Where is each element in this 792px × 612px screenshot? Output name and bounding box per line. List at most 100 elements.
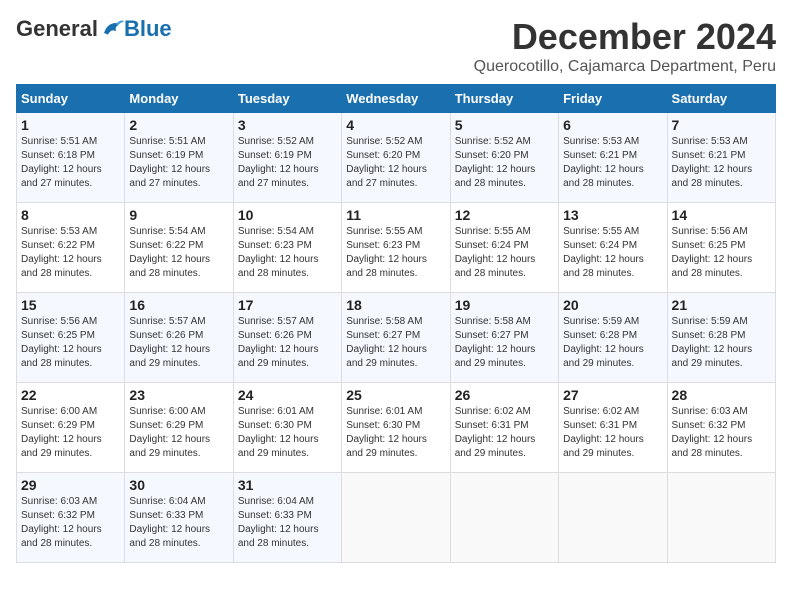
day-info: Sunrise: 6:03 AMSunset: 6:32 PMDaylight:… [21,495,120,551]
calendar-cell: 25 Sunrise: 6:01 AMSunset: 6:30 PMDayligh… [342,383,450,473]
calendar-cell [559,473,667,563]
day-number: 24 [238,387,337,403]
day-number: 14 [672,207,771,223]
calendar-week-4: 22 Sunrise: 6:00 AMSunset: 6:29 PMDayligh… [17,383,776,473]
month-title: December 2024 [474,16,776,58]
calendar-week-2: 8Sunrise: 5:53 AMSunset: 6:22 PMDaylight… [17,203,776,293]
day-number: 28 [672,387,771,403]
calendar-cell: 20Sunrise: 5:59 AMSunset: 6:28 PMDayligh… [559,293,667,383]
day-number: 10 [238,207,337,223]
day-number: 25 [346,387,445,403]
day-number: 20 [563,297,662,313]
day-info: Sunrise: 5:55 AMSunset: 6:24 PMDaylight:… [455,225,554,281]
calendar-cell [342,473,450,563]
header-thursday: Thursday [450,85,558,113]
header-saturday: Saturday [667,85,775,113]
day-number: 3 [238,117,337,133]
calendar-cell: 2Sunrise: 5:51 AMSunset: 6:19 PMDaylight… [125,113,233,203]
day-number: 22 [21,387,120,403]
calendar-table: SundayMondayTuesdayWednesdayThursdayFrid… [16,84,776,563]
day-number: 23 [129,387,228,403]
calendar-week-1: 1 Sunrise: 5:51 AMSunset: 6:18 PMDaylight… [17,113,776,203]
day-number: 30 [129,477,228,493]
calendar-cell [450,473,558,563]
day-number: 6 [563,117,662,133]
calendar-cell: 6Sunrise: 5:53 AMSunset: 6:21 PMDaylight… [559,113,667,203]
logo-general-text: General [16,16,98,42]
day-info: Sunrise: 6:00 AMSunset: 6:29 PMDaylight:… [129,405,228,461]
day-number: 1 [21,117,120,133]
calendar-cell: 28 Sunrise: 6:03 AMSunset: 6:32 PMDayligh… [667,383,775,473]
calendar-cell: 19Sunrise: 5:58 AMSunset: 6:27 PMDayligh… [450,293,558,383]
day-info: Sunrise: 6:04 AMSunset: 6:33 PMDaylight:… [238,495,337,551]
day-info: Sunrise: 5:59 AMSunset: 6:28 PMDaylight:… [672,315,771,371]
calendar-cell: 26 Sunrise: 6:02 AMSunset: 6:31 PMDayligh… [450,383,558,473]
day-info: Sunrise: 6:01 AMSunset: 6:30 PMDaylight:… [346,405,445,461]
calendar-cell: 29 Sunrise: 6:03 AMSunset: 6:32 PMDayligh… [17,473,125,563]
day-number: 31 [238,477,337,493]
calendar-cell: 14 Sunrise: 5:56 AMSunset: 6:25 PMDayligh… [667,203,775,293]
day-info: Sunrise: 5:58 AMSunset: 6:27 PMDaylight:… [346,315,445,371]
day-number: 26 [455,387,554,403]
calendar-cell: 27 Sunrise: 6:02 AMSunset: 6:31 PMDayligh… [559,383,667,473]
day-info: Sunrise: 5:56 AMSunset: 6:25 PMDaylight:… [21,315,120,371]
calendar-cell: 15Sunrise: 5:56 AMSunset: 6:25 PMDayligh… [17,293,125,383]
day-number: 7 [672,117,771,133]
logo: General Blue [16,16,172,42]
day-info: Sunrise: 5:56 AMSunset: 6:25 PMDaylight:… [672,225,771,281]
calendar-cell: 1 Sunrise: 5:51 AMSunset: 6:18 PMDaylight… [17,113,125,203]
day-info: Sunrise: 5:58 AMSunset: 6:27 PMDaylight:… [455,315,554,371]
day-info: Sunrise: 5:52 AMSunset: 6:19 PMDaylight:… [238,135,337,191]
calendar-cell: 13 Sunrise: 5:55 AMSunset: 6:24 PMDayligh… [559,203,667,293]
calendar-cell [667,473,775,563]
title-area: December 2024 Querocotillo, Cajamarca De… [474,16,776,76]
header: General Blue December 2024 Querocotillo,… [16,16,776,76]
day-number: 8 [21,207,120,223]
calendar-cell: 30Sunrise: 6:04 AMSunset: 6:33 PMDayligh… [125,473,233,563]
day-info: Sunrise: 6:01 AMSunset: 6:30 PMDaylight:… [238,405,337,461]
calendar-cell: 8Sunrise: 5:53 AMSunset: 6:22 PMDaylight… [17,203,125,293]
calendar-cell: 5Sunrise: 5:52 AMSunset: 6:20 PMDaylight… [450,113,558,203]
day-info: Sunrise: 5:52 AMSunset: 6:20 PMDaylight:… [455,135,554,191]
day-info: Sunrise: 6:02 AMSunset: 6:31 PMDaylight:… [563,405,662,461]
day-info: Sunrise: 5:54 AMSunset: 6:23 PMDaylight:… [238,225,337,281]
day-number: 4 [346,117,445,133]
day-info: Sunrise: 6:03 AMSunset: 6:32 PMDaylight:… [672,405,771,461]
logo-blue-text: Blue [124,16,172,42]
header-friday: Friday [559,85,667,113]
calendar-cell: 3 Sunrise: 5:52 AMSunset: 6:19 PMDaylight… [233,113,341,203]
calendar-week-3: 15Sunrise: 5:56 AMSunset: 6:25 PMDayligh… [17,293,776,383]
calendar-cell: 7 Sunrise: 5:53 AMSunset: 6:21 PMDaylight… [667,113,775,203]
day-info: Sunrise: 5:53 AMSunset: 6:21 PMDaylight:… [672,135,771,191]
day-number: 13 [563,207,662,223]
day-number: 18 [346,297,445,313]
calendar-cell: 10 Sunrise: 5:54 AMSunset: 6:23 PMDayligh… [233,203,341,293]
day-info: Sunrise: 5:52 AMSunset: 6:20 PMDaylight:… [346,135,445,191]
day-number: 21 [672,297,771,313]
location-title: Querocotillo, Cajamarca Department, Peru [474,58,776,76]
header-sunday: Sunday [17,85,125,113]
day-number: 16 [129,297,228,313]
day-number: 17 [238,297,337,313]
calendar-cell: 22Sunrise: 6:00 AMSunset: 6:29 PMDayligh… [17,383,125,473]
logo-bird-icon [100,17,124,41]
header-tuesday: Tuesday [233,85,341,113]
calendar-cell: 16 Sunrise: 5:57 AMSunset: 6:26 PMDayligh… [125,293,233,383]
day-number: 29 [21,477,120,493]
calendar-cell: 11Sunrise: 5:55 AMSunset: 6:23 PMDayligh… [342,203,450,293]
day-info: Sunrise: 5:51 AMSunset: 6:18 PMDaylight:… [21,135,120,191]
calendar-cell: 31 Sunrise: 6:04 AMSunset: 6:33 PMDayligh… [233,473,341,563]
header-wednesday: Wednesday [342,85,450,113]
day-number: 9 [129,207,228,223]
calendar-cell: 4 Sunrise: 5:52 AMSunset: 6:20 PMDaylight… [342,113,450,203]
day-number: 2 [129,117,228,133]
day-info: Sunrise: 6:02 AMSunset: 6:31 PMDaylight:… [455,405,554,461]
day-info: Sunrise: 5:57 AMSunset: 6:26 PMDaylight:… [238,315,337,371]
calendar-cell: 18 Sunrise: 5:58 AMSunset: 6:27 PMDayligh… [342,293,450,383]
day-number: 27 [563,387,662,403]
calendar-cell: 9Sunrise: 5:54 AMSunset: 6:22 PMDaylight… [125,203,233,293]
day-info: Sunrise: 5:57 AMSunset: 6:26 PMDaylight:… [129,315,228,371]
calendar-cell: 21 Sunrise: 5:59 AMSunset: 6:28 PMDayligh… [667,293,775,383]
day-info: Sunrise: 5:55 AMSunset: 6:23 PMDaylight:… [346,225,445,281]
day-info: Sunrise: 5:55 AMSunset: 6:24 PMDaylight:… [563,225,662,281]
